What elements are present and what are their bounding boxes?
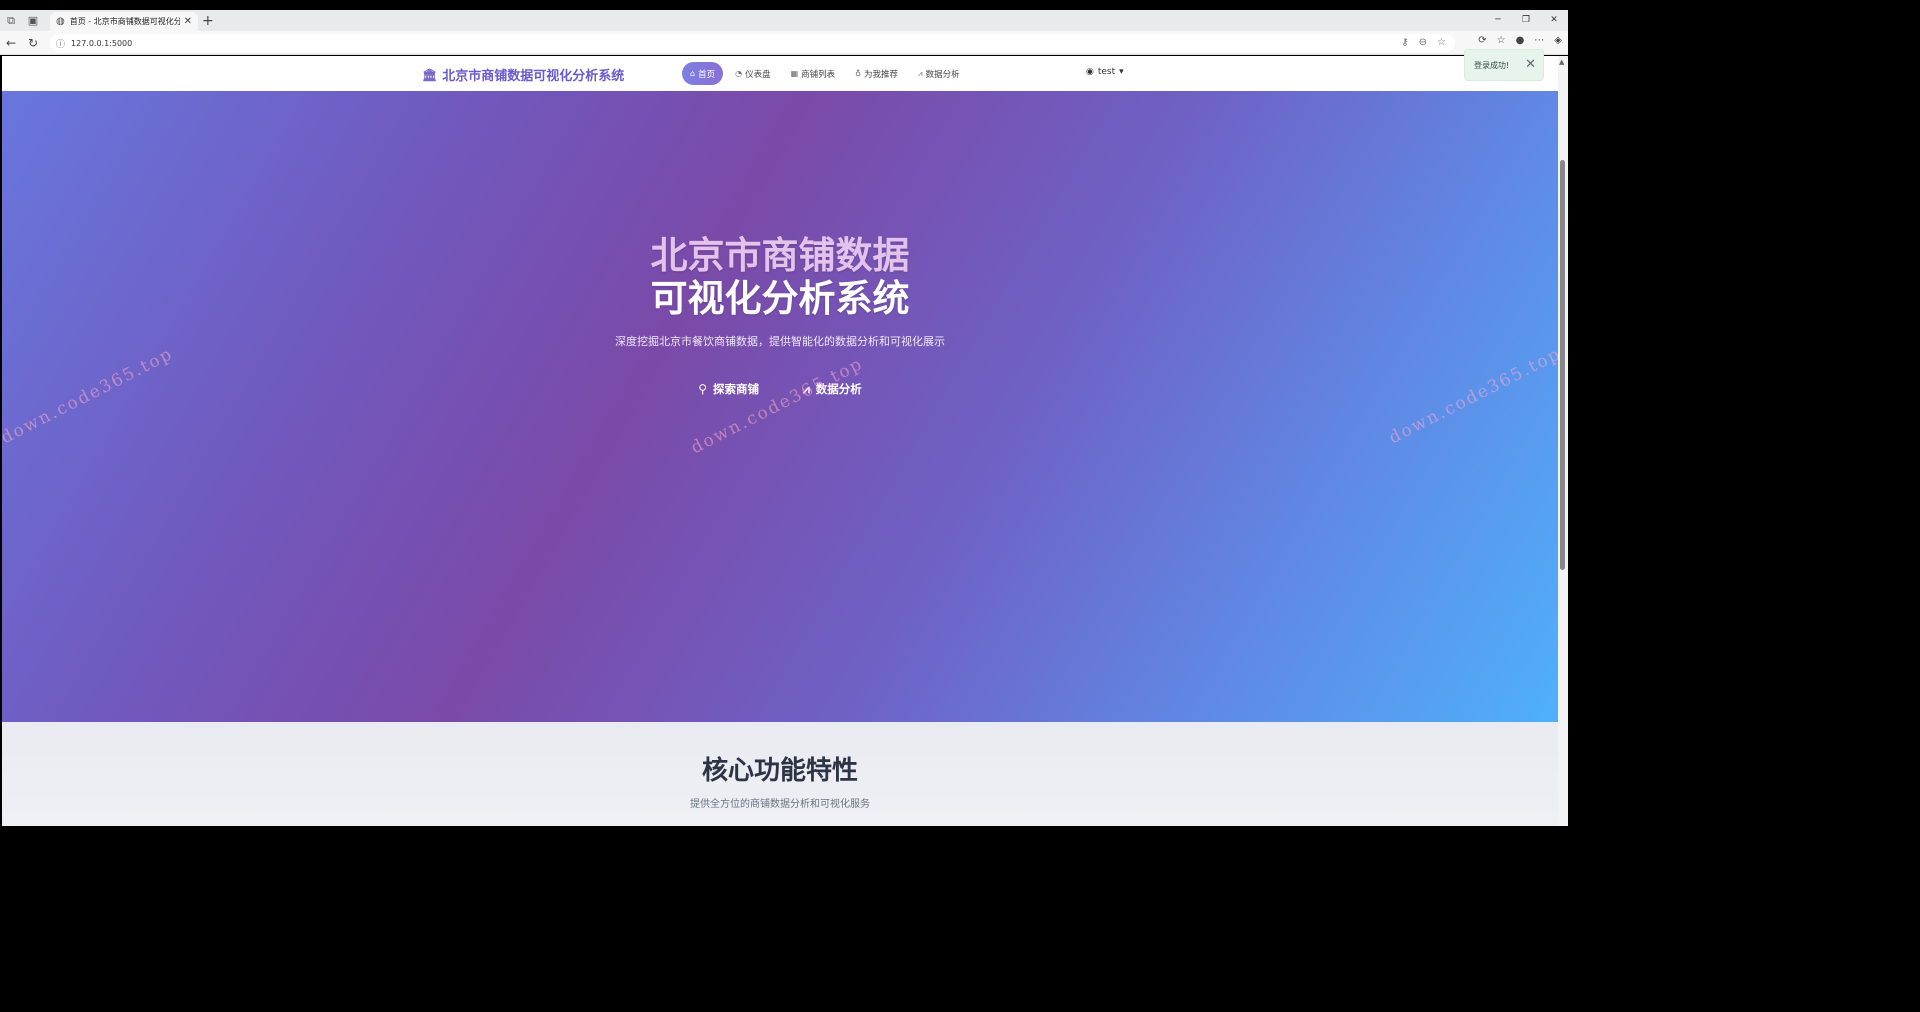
browser-tab-bar: ⧉ ▣ ◍ 首页 - 北京市商铺数据可视化分析 ✕ + ─ ❐ ✕ xyxy=(0,10,1568,31)
nav-dashboard[interactable]: ◔ 仪表盘 xyxy=(727,62,779,85)
search-icon: ⚲ xyxy=(698,382,707,396)
window-controls: ─ ❐ ✕ xyxy=(1484,10,1568,31)
scrollbar-thumb[interactable] xyxy=(1560,160,1565,570)
watermark: down.code365.top xyxy=(687,353,867,459)
more-menu-icon[interactable]: ⋯ xyxy=(1534,35,1544,46)
features-section: 核心功能特性 提供全方位的商铺数据分析和可视化服务 xyxy=(2,722,1558,826)
hero-section: 北京市商铺数据 可视化分析系统 深度挖掘北京市餐饮商铺数据，提供智能化的数据分析… xyxy=(2,91,1558,722)
favorite-star-icon[interactable]: ☆ xyxy=(1437,34,1446,52)
nav-recommend-label: 为我推荐 xyxy=(864,69,899,80)
web-page: 🏛 北京市商铺数据可视化分析系统 ⌂ 首页 ◔ 仪表盘 ▦ 商铺列表 ♁ 为我推… xyxy=(2,56,1558,826)
store-icon: ▦ xyxy=(790,69,799,78)
features-subtitle: 提供全方位的商铺数据分析和可视化服务 xyxy=(690,799,870,810)
nav-store-list[interactable]: ▦ 商铺列表 xyxy=(783,62,844,85)
page-scrollbar[interactable]: ▲ xyxy=(1558,56,1568,826)
new-tab-icon[interactable]: + xyxy=(202,13,214,29)
nav-store-list-label: 商铺列表 xyxy=(801,69,836,80)
lightbulb-icon: ♁ xyxy=(855,69,862,78)
login-success-toast: 登录成功! ✕ xyxy=(1464,49,1544,81)
nav-home[interactable]: ⌂ 首页 xyxy=(682,62,724,85)
home-icon: ⌂ xyxy=(690,69,696,78)
explore-stores-button[interactable]: ⚲ 探索商铺 xyxy=(698,381,759,397)
site-info-icon[interactable]: ⓘ xyxy=(56,37,65,50)
url-actions: ⚷ ⊖ ☆ xyxy=(1401,34,1446,52)
password-key-icon[interactable]: ⚷ xyxy=(1401,34,1408,52)
browser-tab[interactable]: ◍ 首页 - 北京市商铺数据可视化分析 ✕ xyxy=(50,12,198,31)
nav-home-label: 首页 xyxy=(698,69,716,80)
user-menu[interactable]: ◉ test ▾ xyxy=(1086,67,1124,77)
nav-analysis[interactable]: ⩘ 数据分析 xyxy=(910,62,968,85)
profile-icon[interactable]: ● xyxy=(1516,35,1525,46)
nav-recommend[interactable]: ♁ 为我推荐 xyxy=(847,62,906,85)
tab-title: 首页 - 北京市商铺数据可视化分析 xyxy=(69,17,180,26)
tab-close-icon[interactable]: ✕ xyxy=(184,16,192,27)
zoom-icon[interactable]: ⊖ xyxy=(1419,34,1427,52)
explore-stores-label: 探索商铺 xyxy=(713,382,759,396)
screen-top-bar xyxy=(0,0,1568,10)
vertical-tabs-icon[interactable]: ▣ xyxy=(22,10,44,31)
close-window-icon[interactable]: ✕ xyxy=(1540,10,1568,31)
extensions-icon[interactable]: ⟳ xyxy=(1478,35,1486,46)
browser-address-bar: ← ↻ ⓘ 127.0.0.1:5000 ⚷ ⊖ ☆ ⟳ ☆ ● ⋯ ◈ xyxy=(0,31,1568,55)
brand-title: 北京市商铺数据可视化分析系统 xyxy=(442,69,625,84)
toast-message: 登录成功! xyxy=(1474,60,1510,70)
toast-close-icon[interactable]: ✕ xyxy=(1525,57,1536,72)
hero-subtitle: 深度挖掘北京市餐饮商铺数据，提供智能化的数据分析和可视化展示 xyxy=(615,335,945,348)
copilot-icon[interactable]: ◈ xyxy=(1554,35,1562,46)
features-title: 核心功能特性 xyxy=(701,756,858,786)
back-icon[interactable]: ← xyxy=(0,36,22,50)
hero-title: 北京市商铺数据 可视化分析系统 xyxy=(2,234,1558,320)
browser-extensions: ⟳ ☆ ● ⋯ ◈ xyxy=(1478,35,1562,46)
main-menu: ⌂ 首页 ◔ 仪表盘 ▦ 商铺列表 ♁ 为我推荐 ⩘ 数据分析 xyxy=(682,62,968,85)
caret-down-icon: ▾ xyxy=(1119,67,1124,77)
favorites-icon[interactable]: ☆ xyxy=(1497,35,1506,46)
globe-icon: ◍ xyxy=(56,16,65,27)
workspaces-icon[interactable]: ⧉ xyxy=(0,10,22,31)
scroll-up-icon[interactable]: ▲ xyxy=(1559,58,1564,66)
hero-title-line1: 北京市商铺数据 xyxy=(650,234,910,277)
dashboard-icon: ◔ xyxy=(735,69,743,78)
nav-analysis-label: 数据分析 xyxy=(925,69,960,80)
url-text: 127.0.0.1:5000 xyxy=(71,38,133,48)
chart-icon: ⩘ xyxy=(918,68,923,78)
hero-title-line2: 可视化分析系统 xyxy=(650,277,910,320)
nav-dashboard-label: 仪表盘 xyxy=(745,69,771,80)
shop-icon: 🏛 xyxy=(422,67,438,82)
url-field[interactable]: ⓘ 127.0.0.1:5000 xyxy=(50,34,1455,52)
restore-icon[interactable]: ❐ xyxy=(1512,10,1540,31)
user-avatar-icon: ◉ xyxy=(1086,67,1094,77)
site-brand[interactable]: 🏛 北京市商铺数据可视化分析系统 xyxy=(422,65,625,85)
reload-icon[interactable]: ↻ xyxy=(22,36,44,50)
user-name: test xyxy=(1097,67,1116,77)
site-navbar: 🏛 北京市商铺数据可视化分析系统 ⌂ 首页 ◔ 仪表盘 ▦ 商铺列表 ♁ 为我推… xyxy=(2,56,1558,91)
minimize-icon[interactable]: ─ xyxy=(1484,10,1512,31)
